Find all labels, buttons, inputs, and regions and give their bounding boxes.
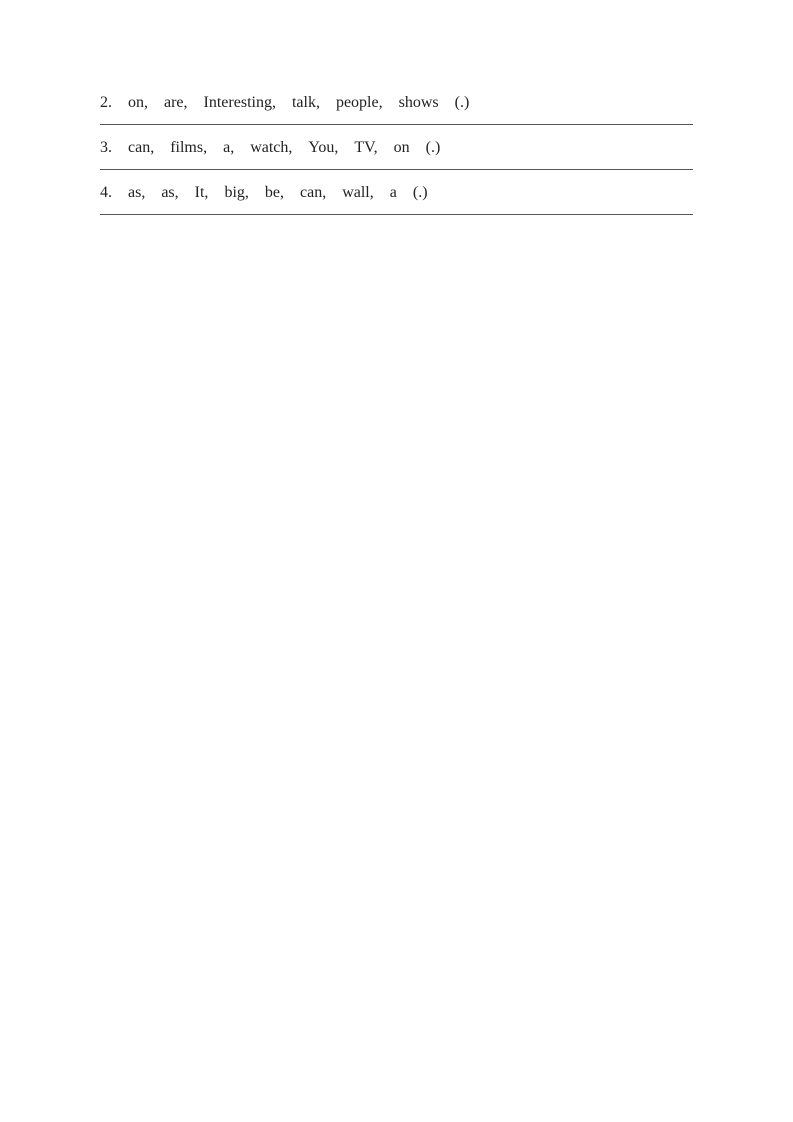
- word-2-1: as,: [161, 184, 178, 202]
- word-2-3: big,: [224, 184, 248, 202]
- word-2-5: can,: [300, 184, 326, 202]
- word-0-5: shows: [399, 94, 439, 112]
- word-0-6: (.): [455, 94, 470, 112]
- word-2-0: as,: [128, 184, 145, 202]
- word-0-1: are,: [164, 94, 188, 112]
- exercise-item-3: 4. as, as, It, big, be, can, wall, a (.): [100, 170, 693, 215]
- word-2-4: be,: [265, 184, 284, 202]
- item-number-3: 4.: [100, 184, 112, 202]
- word-1-0: can,: [128, 139, 154, 157]
- word-1-3: watch,: [250, 139, 292, 157]
- item-row-2: 3. can, films, a, watch, You, TV, on (.): [100, 125, 693, 169]
- item-row-3: 4. as, as, It, big, be, can, wall, a (.): [100, 170, 693, 214]
- item-number-2: 3.: [100, 139, 112, 157]
- word-1-1: films,: [170, 139, 207, 157]
- item-number-1: 2.: [100, 94, 112, 112]
- word-2-7: a: [390, 184, 397, 202]
- word-1-4: You,: [308, 139, 338, 157]
- word-1-7: (.): [426, 139, 441, 157]
- exercise-item-1: 2. on, are, Interesting, talk, people, shows (.…: [100, 80, 693, 125]
- word-0-2: Interesting,: [204, 94, 276, 112]
- page: 2. on, are, Interesting, talk, people, shows (.…: [0, 0, 793, 1122]
- word-0-4: people,: [336, 94, 383, 112]
- word-1-6: on: [394, 139, 410, 157]
- word-0-0: on,: [128, 94, 148, 112]
- divider-3: [100, 214, 693, 215]
- word-2-6: wall,: [342, 184, 374, 202]
- word-2-2: It,: [195, 184, 209, 202]
- word-1-2: a,: [223, 139, 234, 157]
- exercise-list: 2. on, are, Interesting, talk, people, shows (.…: [100, 80, 693, 215]
- word-1-5: TV,: [354, 139, 377, 157]
- item-row-1: 2. on, are, Interesting, talk, people, shows (.…: [100, 80, 693, 124]
- word-0-3: talk,: [292, 94, 320, 112]
- word-2-8: (.): [413, 184, 428, 202]
- exercise-item-2: 3. can, films, a, watch, You, TV, on (.): [100, 125, 693, 170]
